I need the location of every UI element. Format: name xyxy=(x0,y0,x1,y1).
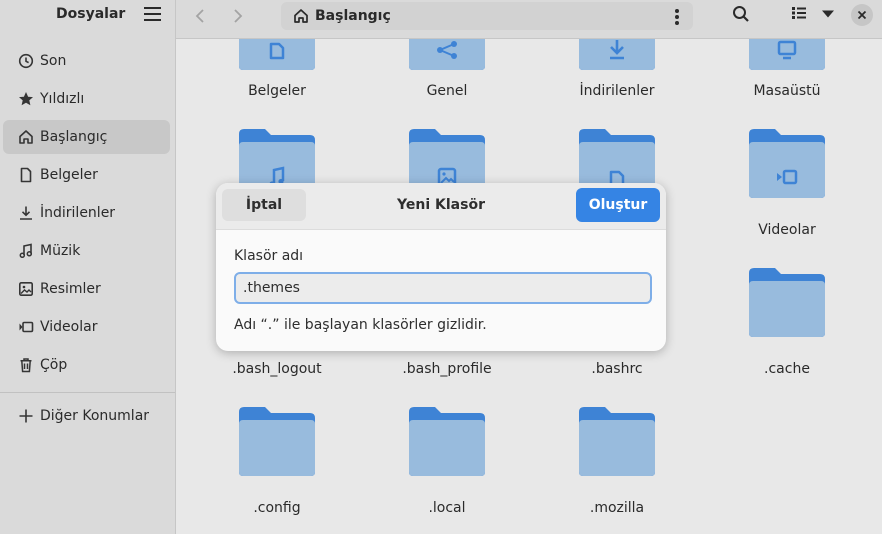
dialog-header: Yeni Klasör İptal Oluştur xyxy=(216,183,666,230)
hidden-folder-hint: Adı “.” ile başlayan klasörler gizlidir. xyxy=(234,317,487,333)
folder-name-input[interactable] xyxy=(234,272,652,304)
cancel-button[interactable]: İptal xyxy=(222,189,306,221)
new-folder-dialog: Yeni Klasör İptal Oluştur Klasör adı Adı… xyxy=(216,183,666,351)
create-button[interactable]: Oluştur xyxy=(576,188,660,222)
folder-name-label: Klasör adı xyxy=(234,248,304,264)
